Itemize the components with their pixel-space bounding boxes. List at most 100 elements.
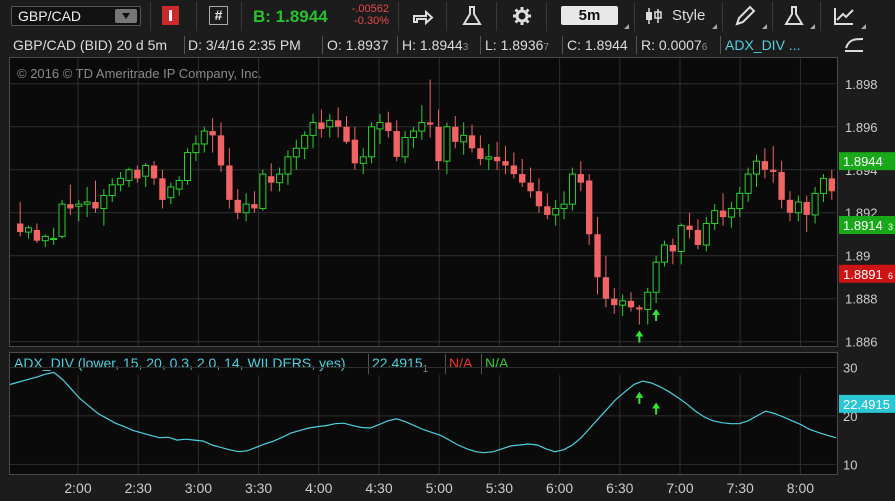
time-tick-label: 4:30: [365, 480, 392, 496]
change-abs: -.00562: [351, 3, 389, 15]
study-value-badge: [839, 394, 895, 413]
time-tick-label: 7:30: [727, 480, 754, 496]
divider: [820, 2, 821, 31]
low-sub: 7: [543, 42, 549, 53]
price-panel[interactable]: [9, 57, 838, 347]
price-tick-label: 1.886: [845, 335, 878, 350]
flag-icon[interactable]: [162, 6, 179, 25]
divider: [634, 2, 635, 31]
corner-triangle-icon: [624, 24, 629, 29]
candles-icon[interactable]: [644, 5, 664, 27]
divider: [368, 354, 369, 374]
last-price-badge: [839, 152, 895, 171]
level-badge-green: [839, 215, 895, 234]
divider: [496, 2, 497, 31]
time-tick-label: 2:00: [64, 480, 91, 496]
divider: [445, 354, 446, 374]
time-tick-label: 6:00: [546, 480, 573, 496]
time-tick-label: 7:00: [666, 480, 693, 496]
low-value: L: 1.8936: [485, 37, 544, 53]
divider: [241, 2, 242, 31]
divider: [720, 36, 721, 54]
study-label[interactable]: ADX_DIV ...: [725, 35, 800, 55]
study-tick-label: 30: [843, 361, 857, 376]
style-button[interactable]: Style: [672, 7, 705, 24]
change-pct: -0.30%: [354, 15, 389, 27]
price-tick-label: 1.888: [845, 292, 878, 307]
time-tick-label: 3:00: [185, 480, 212, 496]
corner-triangle-icon: [762, 24, 767, 29]
date-label: D: 3/4/16 2:35 PM: [188, 37, 301, 53]
divider: [722, 2, 723, 31]
study-value-sub: 1: [422, 363, 429, 375]
time-tick-label: 3:30: [245, 480, 272, 496]
price-tick-label: 1.892: [845, 206, 878, 221]
high-label: H: 1.89443: [402, 35, 468, 55]
price-change: -.00562 -0.30%: [349, 3, 389, 27]
level-badge-green-sub: 3: [888, 222, 893, 232]
low-label: L: 1.89367: [485, 35, 549, 55]
symbol-selector[interactable]: GBP/CAD: [11, 6, 141, 26]
close-label: C: 1.8944: [567, 37, 628, 53]
divider: [562, 36, 563, 54]
study-value-main: 22.4915: [372, 355, 423, 371]
level-badge-red-sub: 6: [888, 271, 893, 281]
time-tick-label: 6:30: [606, 480, 633, 496]
study-value: 22.49151: [372, 355, 428, 375]
divider: [322, 36, 323, 54]
time-tick-label: 8:00: [787, 480, 814, 496]
time-tick-label: 5:30: [486, 480, 513, 496]
divider: [636, 36, 637, 54]
instrument-label: GBP/CAD (BID) 20 d 5m: [13, 37, 168, 53]
price-tick-label: 1.89: [845, 249, 870, 264]
high-value: H: 1.8944: [402, 37, 463, 53]
level-badge-red: [839, 264, 895, 283]
study-na-red: N/A: [449, 355, 473, 371]
time-tick-label: 4:00: [305, 480, 332, 496]
study-tick-label: 20: [843, 409, 857, 424]
price-tick-label: 1.898: [845, 77, 878, 92]
expand-chart-icon[interactable]: [843, 36, 865, 54]
chart-trend-icon[interactable]: [832, 5, 856, 27]
divider: [398, 2, 399, 31]
study-value-badge-text: 22.4915: [843, 397, 890, 412]
share-icon[interactable]: [411, 5, 435, 27]
copyright-notice: © 2016 © TD Ameritrade IP Company, Inc.: [17, 66, 262, 81]
top-toolbar: GBP/CAD # B: 1.8944 -.00562 -0.30% 5m St…: [0, 0, 895, 33]
divider: [397, 36, 398, 54]
range-sub: 6: [701, 42, 708, 53]
divider: [772, 2, 773, 31]
flask-icon[interactable]: [460, 5, 484, 27]
gear-icon[interactable]: [510, 5, 534, 27]
level-badge-red-text: 1.8891: [843, 267, 883, 282]
range-label: R: 0.00076: [641, 35, 707, 55]
pencil-icon[interactable]: [733, 5, 757, 27]
corner-triangle-icon: [712, 24, 717, 29]
study-params-label: ADX_DIV (lower, 15, 20, 0.3, 2.0, 14, WI…: [14, 355, 346, 371]
open-label: O: 1.8937: [327, 37, 389, 53]
divider: [446, 2, 447, 31]
divider: [150, 2, 151, 31]
last-price-badge-text: 1.8944: [843, 154, 883, 169]
corner-triangle-icon: [861, 24, 866, 29]
study-na-green: N/A: [485, 355, 509, 371]
corner-triangle-icon: [810, 24, 815, 29]
high-sub: 3: [462, 42, 469, 53]
price-tick-label: 1.896: [845, 120, 878, 135]
study-tick-label: 10: [843, 457, 857, 472]
divider: [546, 2, 547, 31]
divider: [481, 354, 482, 374]
level-badge-green-text: 1.8914: [843, 218, 883, 233]
divider: [480, 36, 481, 54]
divider: [196, 2, 197, 31]
timeframe-button[interactable]: 5m: [561, 6, 618, 25]
price-tick-label: 1.894: [845, 163, 878, 178]
time-tick-label: 5:00: [426, 480, 453, 496]
time-tick-label: 2:30: [125, 480, 152, 496]
hash-icon[interactable]: #: [209, 6, 228, 25]
divider: [184, 36, 185, 54]
chevron-down-icon[interactable]: [115, 9, 137, 23]
flask-icon[interactable]: [782, 5, 806, 27]
range-value: R: 0.0007: [641, 37, 702, 53]
bid-price: B: 1.8944: [253, 7, 328, 26]
